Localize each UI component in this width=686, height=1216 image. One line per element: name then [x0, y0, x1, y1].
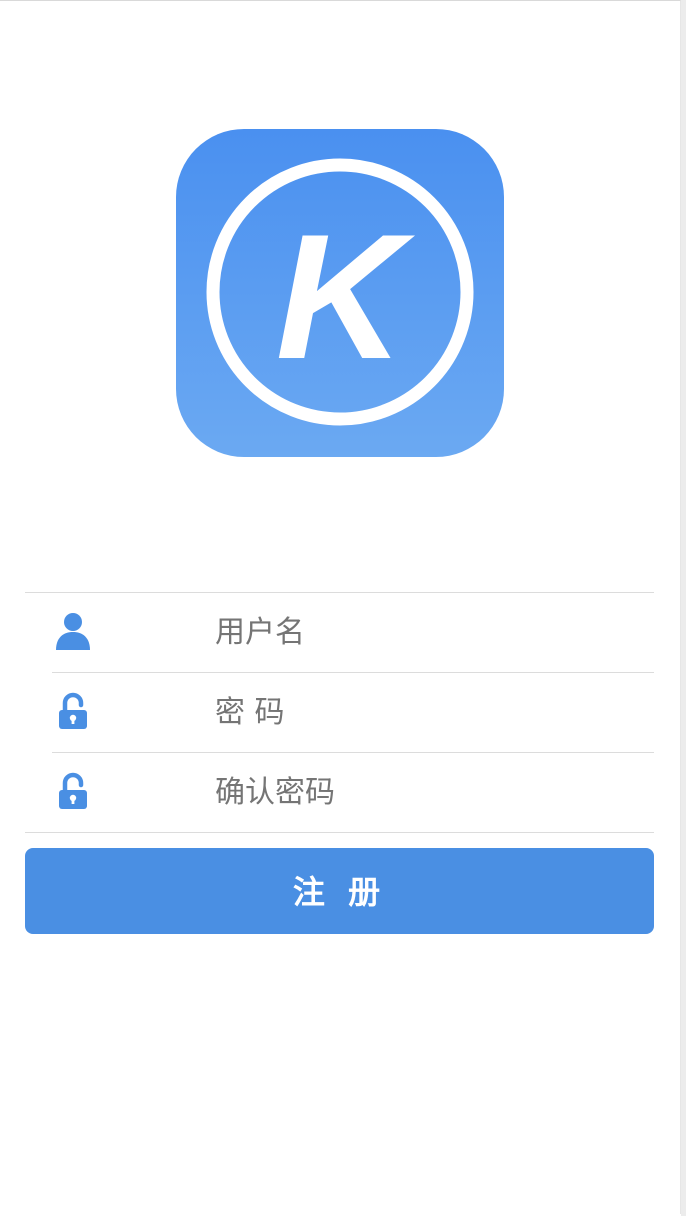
username-row — [25, 592, 654, 672]
unlock-icon — [59, 772, 87, 809]
logo-letter: K — [276, 197, 416, 396]
scrollbar-track — [681, 0, 686, 1216]
register-button[interactable]: 注 册 — [25, 848, 654, 934]
register-form — [25, 592, 654, 833]
form-bottom-divider — [25, 832, 654, 833]
password-row — [52, 672, 654, 752]
confirm-password-input[interactable] — [215, 773, 615, 813]
confirm-password-row — [52, 752, 654, 832]
password-input[interactable] — [215, 693, 615, 733]
username-input[interactable] — [215, 613, 615, 653]
app-logo: K — [176, 129, 504, 457]
user-icon — [56, 613, 90, 650]
unlock-icon — [59, 692, 87, 729]
